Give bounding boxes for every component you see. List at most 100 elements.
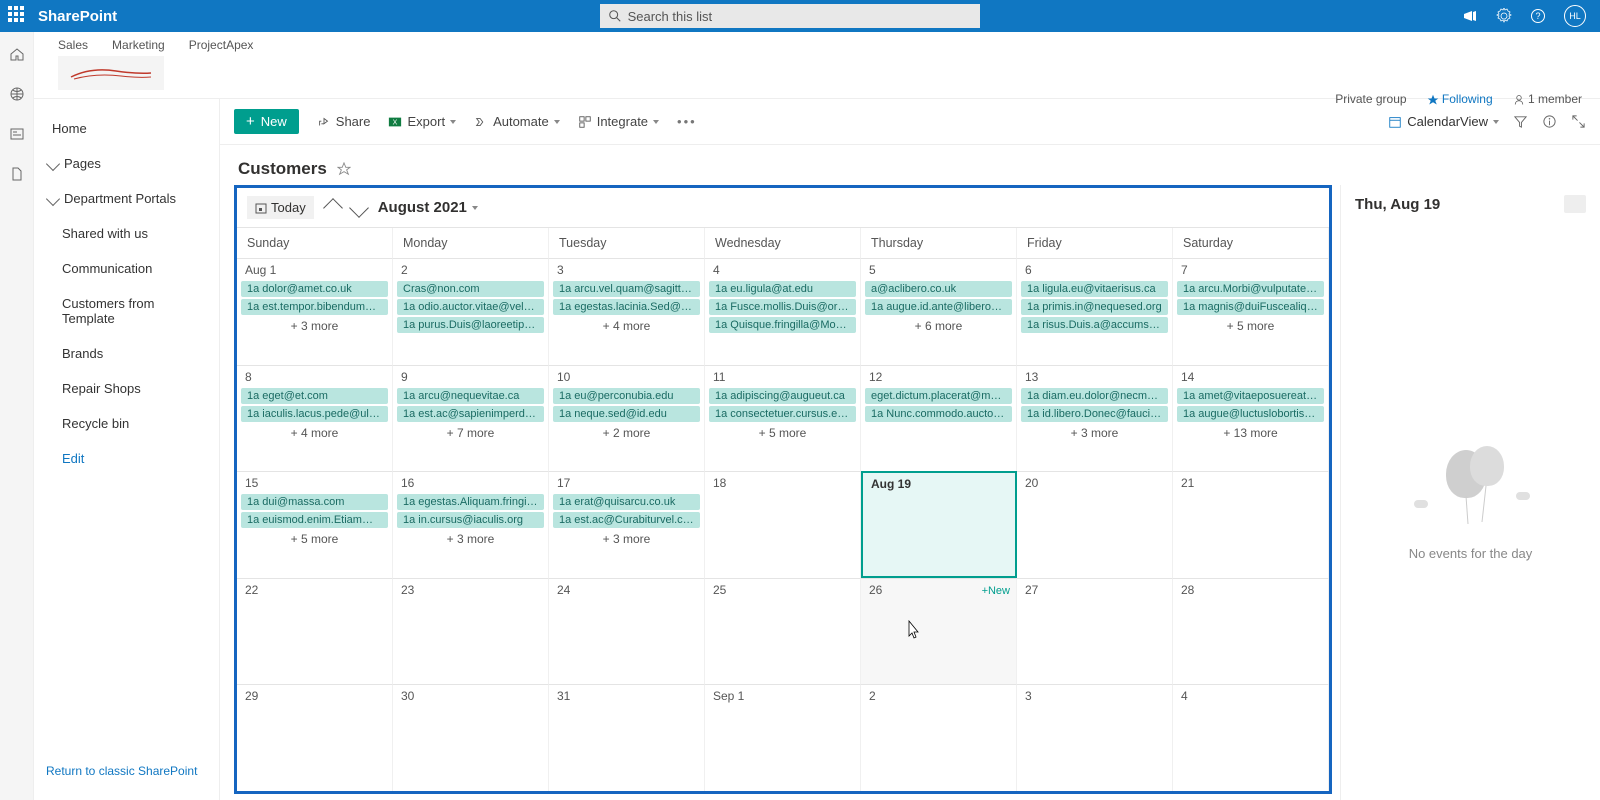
site-logo[interactable] [58,56,164,90]
calendar-cell[interactable]: 21 [1173,471,1329,578]
more-events-link[interactable]: + 4 more [241,424,388,440]
calendar-cell[interactable]: 131a diam.eu.dolor@necme…1a id.libero.Do… [1017,365,1173,472]
new-button[interactable]: + New [234,109,299,134]
calendar-event[interactable]: 1a est.tempor.bibendum… [241,299,388,315]
calendar-cell[interactable]: 23 [393,578,549,685]
more-events-link[interactable]: + 6 more [865,317,1012,333]
calendar-event[interactable]: 1a amet@vitaeposuereat… [1177,388,1324,404]
info-icon[interactable] [1542,114,1557,129]
nav-recycle-bin[interactable]: Recycle bin [34,406,219,441]
classic-link[interactable]: Return to classic SharePoint [34,754,219,788]
calendar-cell[interactable]: 161a egestas.Aliquam.fringil…1a in.cursu… [393,471,549,578]
calendar-cell[interactable]: 91a arcu@nequevitae.ca1a est.ac@sapienim… [393,365,549,472]
nav-brands[interactable]: Brands [34,336,219,371]
more-events-link[interactable]: + 5 more [709,424,856,440]
site-tab-projectapex[interactable]: ProjectApex [189,38,254,52]
nav-home[interactable]: Home [34,111,219,146]
share-button[interactable]: Share [317,114,371,129]
more-events-link[interactable]: + 4 more [553,317,700,333]
calendar-event[interactable]: 1a odio.auctor.vitae@vel… [397,299,544,315]
calendar-event[interactable]: 1a Quisque.fringilla@Mor… [709,317,856,333]
calendar-event[interactable]: 1a augue.id.ante@libero… [865,299,1012,315]
nav-communication[interactable]: Communication [34,251,219,286]
calendar-cell[interactable]: 71a arcu.Morbi@vulputate…1a magnis@duiFu… [1173,258,1329,365]
user-avatar[interactable]: HL [1564,5,1586,27]
calendar-cell[interactable]: 2 [861,684,1017,791]
calendar-cell[interactable]: 31a arcu.vel.quam@sagitti…1a egestas.lac… [549,258,705,365]
calendar-event[interactable]: 1a dui@massa.com [241,494,388,510]
calendar-event[interactable]: 1a egestas.Aliquam.fringil… [397,494,544,510]
more-events-link[interactable]: + 3 more [397,530,544,546]
more-events-link[interactable]: + 5 more [241,530,388,546]
calendar-cell[interactable]: 26+New [861,578,1017,685]
month-selector[interactable]: August 2021 [378,199,478,216]
date-picker-icon[interactable] [1564,195,1586,213]
more-events-link[interactable]: + 3 more [241,317,388,333]
calendar-event[interactable]: 1a est.ac@Curabiturvel.co… [553,512,700,528]
nav-pages[interactable]: Pages [34,146,219,181]
prev-month-button[interactable] [323,198,343,218]
search-input[interactable]: Search this list [600,4,980,28]
nav-department-portals[interactable]: Department Portals [34,181,219,216]
next-month-button[interactable] [349,198,369,218]
calendar-event[interactable]: 1a diam.eu.dolor@necme… [1021,388,1168,404]
calendar-cell[interactable]: 18 [705,471,861,578]
calendar-cell[interactable]: 151a dui@massa.com1a euismod.enim.Etiam@… [237,471,393,578]
calendar-event[interactable]: 1a arcu@nequevitae.ca [397,388,544,404]
calendar-cell[interactable]: 2Cras@non.com1a odio.auctor.vitae@vel…1a… [393,258,549,365]
gear-icon[interactable] [1496,8,1512,24]
calendar-cell[interactable]: 30 [393,684,549,791]
site-tab-marketing[interactable]: Marketing [112,38,165,52]
favorite-star-icon[interactable] [337,162,351,176]
globe-icon[interactable] [9,86,25,102]
calendar-event[interactable]: 1a ligula.eu@vitaerisus.ca [1021,281,1168,297]
news-icon[interactable] [9,126,25,142]
nav-shared-with-us[interactable]: Shared with us [34,216,219,251]
calendar-cell[interactable]: 20 [1017,471,1173,578]
calendar-event[interactable]: 1a arcu.vel.quam@sagitti… [553,281,700,297]
calendar-event[interactable]: eget.dictum.placerat@ma… [865,388,1012,404]
calendar-event[interactable]: 1a iaculis.lacus.pede@ultr… [241,406,388,422]
calendar-cell[interactable]: 81a eget@et.com1a iaculis.lacus.pede@ult… [237,365,393,472]
calendar-event[interactable]: 1a est.ac@sapienimperdi… [397,406,544,422]
more-events-link[interactable]: + 7 more [397,424,544,440]
calendar-cell[interactable]: 22 [237,578,393,685]
calendar-event[interactable]: 1a arcu.Morbi@vulputate… [1177,281,1324,297]
nav-customers-template[interactable]: Customers from Template [34,286,219,336]
calendar-event[interactable]: 1a magnis@duiFuscealiqu… [1177,299,1324,315]
calendar-cell[interactable]: 29 [237,684,393,791]
quick-new-button[interactable]: +New [982,585,1010,597]
more-events-link[interactable]: + 13 more [1177,424,1324,440]
nav-repair-shops[interactable]: Repair Shops [34,371,219,406]
site-tab-sales[interactable]: Sales [58,38,88,52]
calendar-event[interactable]: 1a purus.Duis@laoreetips… [397,317,544,333]
more-events-link[interactable]: + 3 more [553,530,700,546]
more-button[interactable]: ••• [677,114,697,129]
calendar-cell[interactable]: 111a adipiscing@augueut.ca1a consectetue… [705,365,861,472]
calendar-cell[interactable]: 171a erat@quisarcu.co.uk1a est.ac@Curabi… [549,471,705,578]
calendar-cell[interactable]: 31 [549,684,705,791]
export-button[interactable]: X Export [388,114,456,129]
calendar-cell[interactable]: 61a ligula.eu@vitaerisus.ca1a primis.in@… [1017,258,1173,365]
calendar-cell[interactable]: 4 [1173,684,1329,791]
integrate-button[interactable]: Integrate [578,114,659,129]
today-button[interactable]: Today [247,196,314,219]
calendar-event[interactable]: 1a erat@quisarcu.co.uk [553,494,700,510]
app-launcher-icon[interactable] [8,6,28,26]
calendar-cell[interactable]: 12eget.dictum.placerat@ma…1a Nunc.commod… [861,365,1017,472]
calendar-event[interactable]: 1a dolor@amet.co.uk [241,281,388,297]
calendar-event[interactable]: 1a augue@luctuslobortis… [1177,406,1324,422]
calendar-cell[interactable]: 101a eu@perconubia.edu1a neque.sed@id.ed… [549,365,705,472]
more-events-link[interactable]: + 5 more [1177,317,1324,333]
calendar-event[interactable]: Cras@non.com [397,281,544,297]
calendar-cell[interactable]: 41a eu.ligula@at.edu1a Fusce.mollis.Duis… [705,258,861,365]
calendar-cell[interactable]: 28 [1173,578,1329,685]
calendar-cell[interactable]: 25 [705,578,861,685]
calendar-event[interactable]: 1a primis.in@nequesed.org [1021,299,1168,315]
calendar-cell[interactable]: Sep 1 [705,684,861,791]
calendar-cell[interactable]: 141a amet@vitaeposuereat…1a augue@luctus… [1173,365,1329,472]
calendar-event[interactable]: 1a in.cursus@iaculis.org [397,512,544,528]
view-selector[interactable]: CalendarView [1388,114,1499,129]
calendar-event[interactable]: 1a id.libero.Donec@fauci… [1021,406,1168,422]
more-events-link[interactable]: + 2 more [553,424,700,440]
